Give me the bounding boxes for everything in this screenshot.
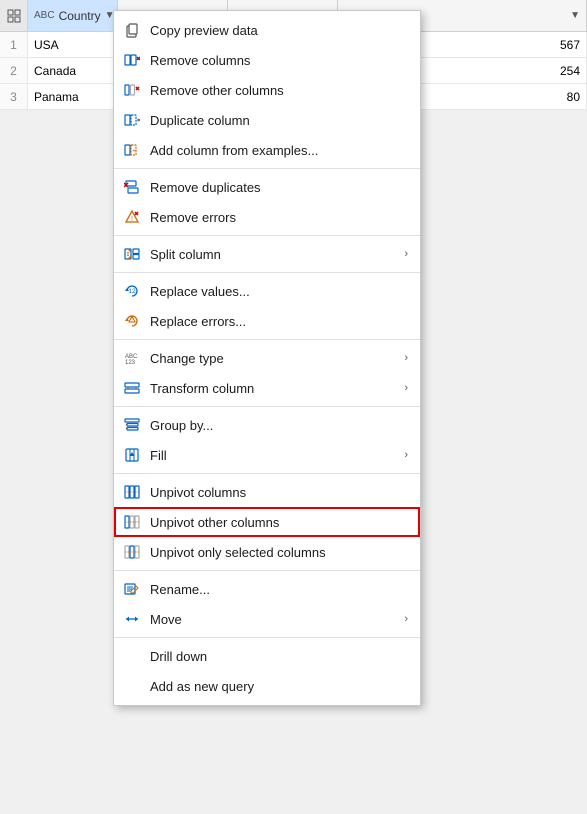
split-column-label: Split column [150,247,396,262]
menu-item-move[interactable]: Move › [114,604,420,634]
svg-text:123: 123 [125,360,136,366]
menu-item-copy-preview-data[interactable]: Copy preview data [114,15,420,45]
divider-6 [114,473,420,474]
divider-2 [114,235,420,236]
menu-item-replace-errors[interactable]: ! Replace errors... [114,306,420,336]
duplicate-column-icon [122,110,142,130]
menu-item-replace-values[interactable]: 12 Replace values... [114,276,420,306]
svg-text:!: ! [131,318,132,324]
duplicate-column-label: Duplicate column [150,113,408,128]
unpivot-columns-icon [122,482,142,502]
remove-other-columns-label: Remove other columns [150,83,408,98]
menu-item-remove-other-columns[interactable]: Remove other columns [114,75,420,105]
cell-index-1: 1 [0,32,28,57]
unpivot-other-columns-label: Unpivot other columns [150,515,408,530]
replace-values-label: Replace values... [150,284,408,299]
fill-icon [122,445,142,465]
col-header-index [0,0,28,31]
add-column-examples-icon: + [122,140,142,160]
divider-3 [114,272,420,273]
cell-index-3: 3 [0,84,28,109]
drill-down-label: Drill down [150,649,408,664]
country-col-label: Country [59,9,101,23]
change-type-icon: ABC 123 [122,348,142,368]
context-menu: Copy preview data Remove columns Remove … [113,10,421,706]
divider-1 [114,168,420,169]
transform-column-label: Transform column [150,381,396,396]
copy-icon [122,20,142,40]
remove-errors-icon: ! [122,207,142,227]
split-column-icon [122,244,142,264]
unpivot-other-columns-icon [122,512,142,532]
copy-preview-data-label: Copy preview data [150,23,408,38]
menu-item-fill[interactable]: Fill › [114,440,420,470]
split-column-arrow: › [404,248,408,260]
fill-arrow: › [404,449,408,461]
add-new-query-spacer [122,676,142,696]
remove-columns-label: Remove columns [150,53,408,68]
unpivot-selected-label: Unpivot only selected columns [150,545,408,560]
divider-8 [114,637,420,638]
menu-item-change-type[interactable]: ABC 123 Change type › [114,343,420,373]
transform-column-arrow: › [404,382,408,394]
num-col-dropdown[interactable]: ▼ [570,10,580,21]
country-type-icon: ABC [34,10,55,21]
divider-5 [114,406,420,407]
divider-7 [114,570,420,571]
table-grid-icon [7,9,21,23]
rename-icon [122,579,142,599]
group-by-icon [122,415,142,435]
unpivot-columns-label: Unpivot columns [150,485,408,500]
menu-item-duplicate-column[interactable]: Duplicate column [114,105,420,135]
fill-label: Fill [150,448,396,463]
rename-label: Rename... [150,582,408,597]
unpivot-selected-icon [122,542,142,562]
cell-country-3: Panama [28,84,118,109]
drill-down-spacer [122,646,142,666]
remove-other-columns-icon [122,80,142,100]
remove-errors-label: Remove errors [150,210,408,225]
menu-item-rename[interactable]: Rename... [114,574,420,604]
remove-columns-icon [122,50,142,70]
menu-item-add-new-query[interactable]: Add as new query [114,671,420,701]
replace-errors-icon: ! [122,311,142,331]
cell-country-2: Canada [28,58,118,83]
svg-text:!: ! [131,216,133,223]
group-by-label: Group by... [150,418,408,433]
menu-item-add-column-examples[interactable]: + Add column from examples... [114,135,420,165]
menu-item-remove-duplicates[interactable]: Remove duplicates [114,172,420,202]
add-new-query-label: Add as new query [150,679,408,694]
move-icon [122,609,142,629]
change-type-arrow: › [404,352,408,364]
transform-column-icon [122,378,142,398]
cell-index-2: 2 [0,58,28,83]
svg-text:12: 12 [128,288,136,295]
divider-4 [114,339,420,340]
change-type-label: Change type [150,351,396,366]
svg-text:+: + [132,148,136,155]
menu-item-group-by[interactable]: Group by... [114,410,420,440]
remove-duplicates-icon [122,177,142,197]
replace-errors-label: Replace errors... [150,314,408,329]
add-column-examples-label: Add column from examples... [150,143,408,158]
menu-item-transform-column[interactable]: Transform column › [114,373,420,403]
menu-item-remove-columns[interactable]: Remove columns [114,45,420,75]
menu-item-unpivot-selected[interactable]: Unpivot only selected columns [114,537,420,567]
move-arrow: › [404,613,408,625]
col-header-country[interactable]: ABC Country ▼ [28,0,118,31]
menu-item-split-column[interactable]: Split column › [114,239,420,269]
cell-country-1: USA [28,32,118,57]
menu-item-drill-down[interactable]: Drill down [114,641,420,671]
menu-item-unpivot-columns[interactable]: Unpivot columns [114,477,420,507]
menu-item-remove-errors[interactable]: ! Remove errors [114,202,420,232]
menu-item-unpivot-other-columns[interactable]: Unpivot other columns [114,507,420,537]
replace-values-icon: 12 [122,281,142,301]
move-label: Move [150,612,396,627]
remove-duplicates-label: Remove duplicates [150,180,408,195]
